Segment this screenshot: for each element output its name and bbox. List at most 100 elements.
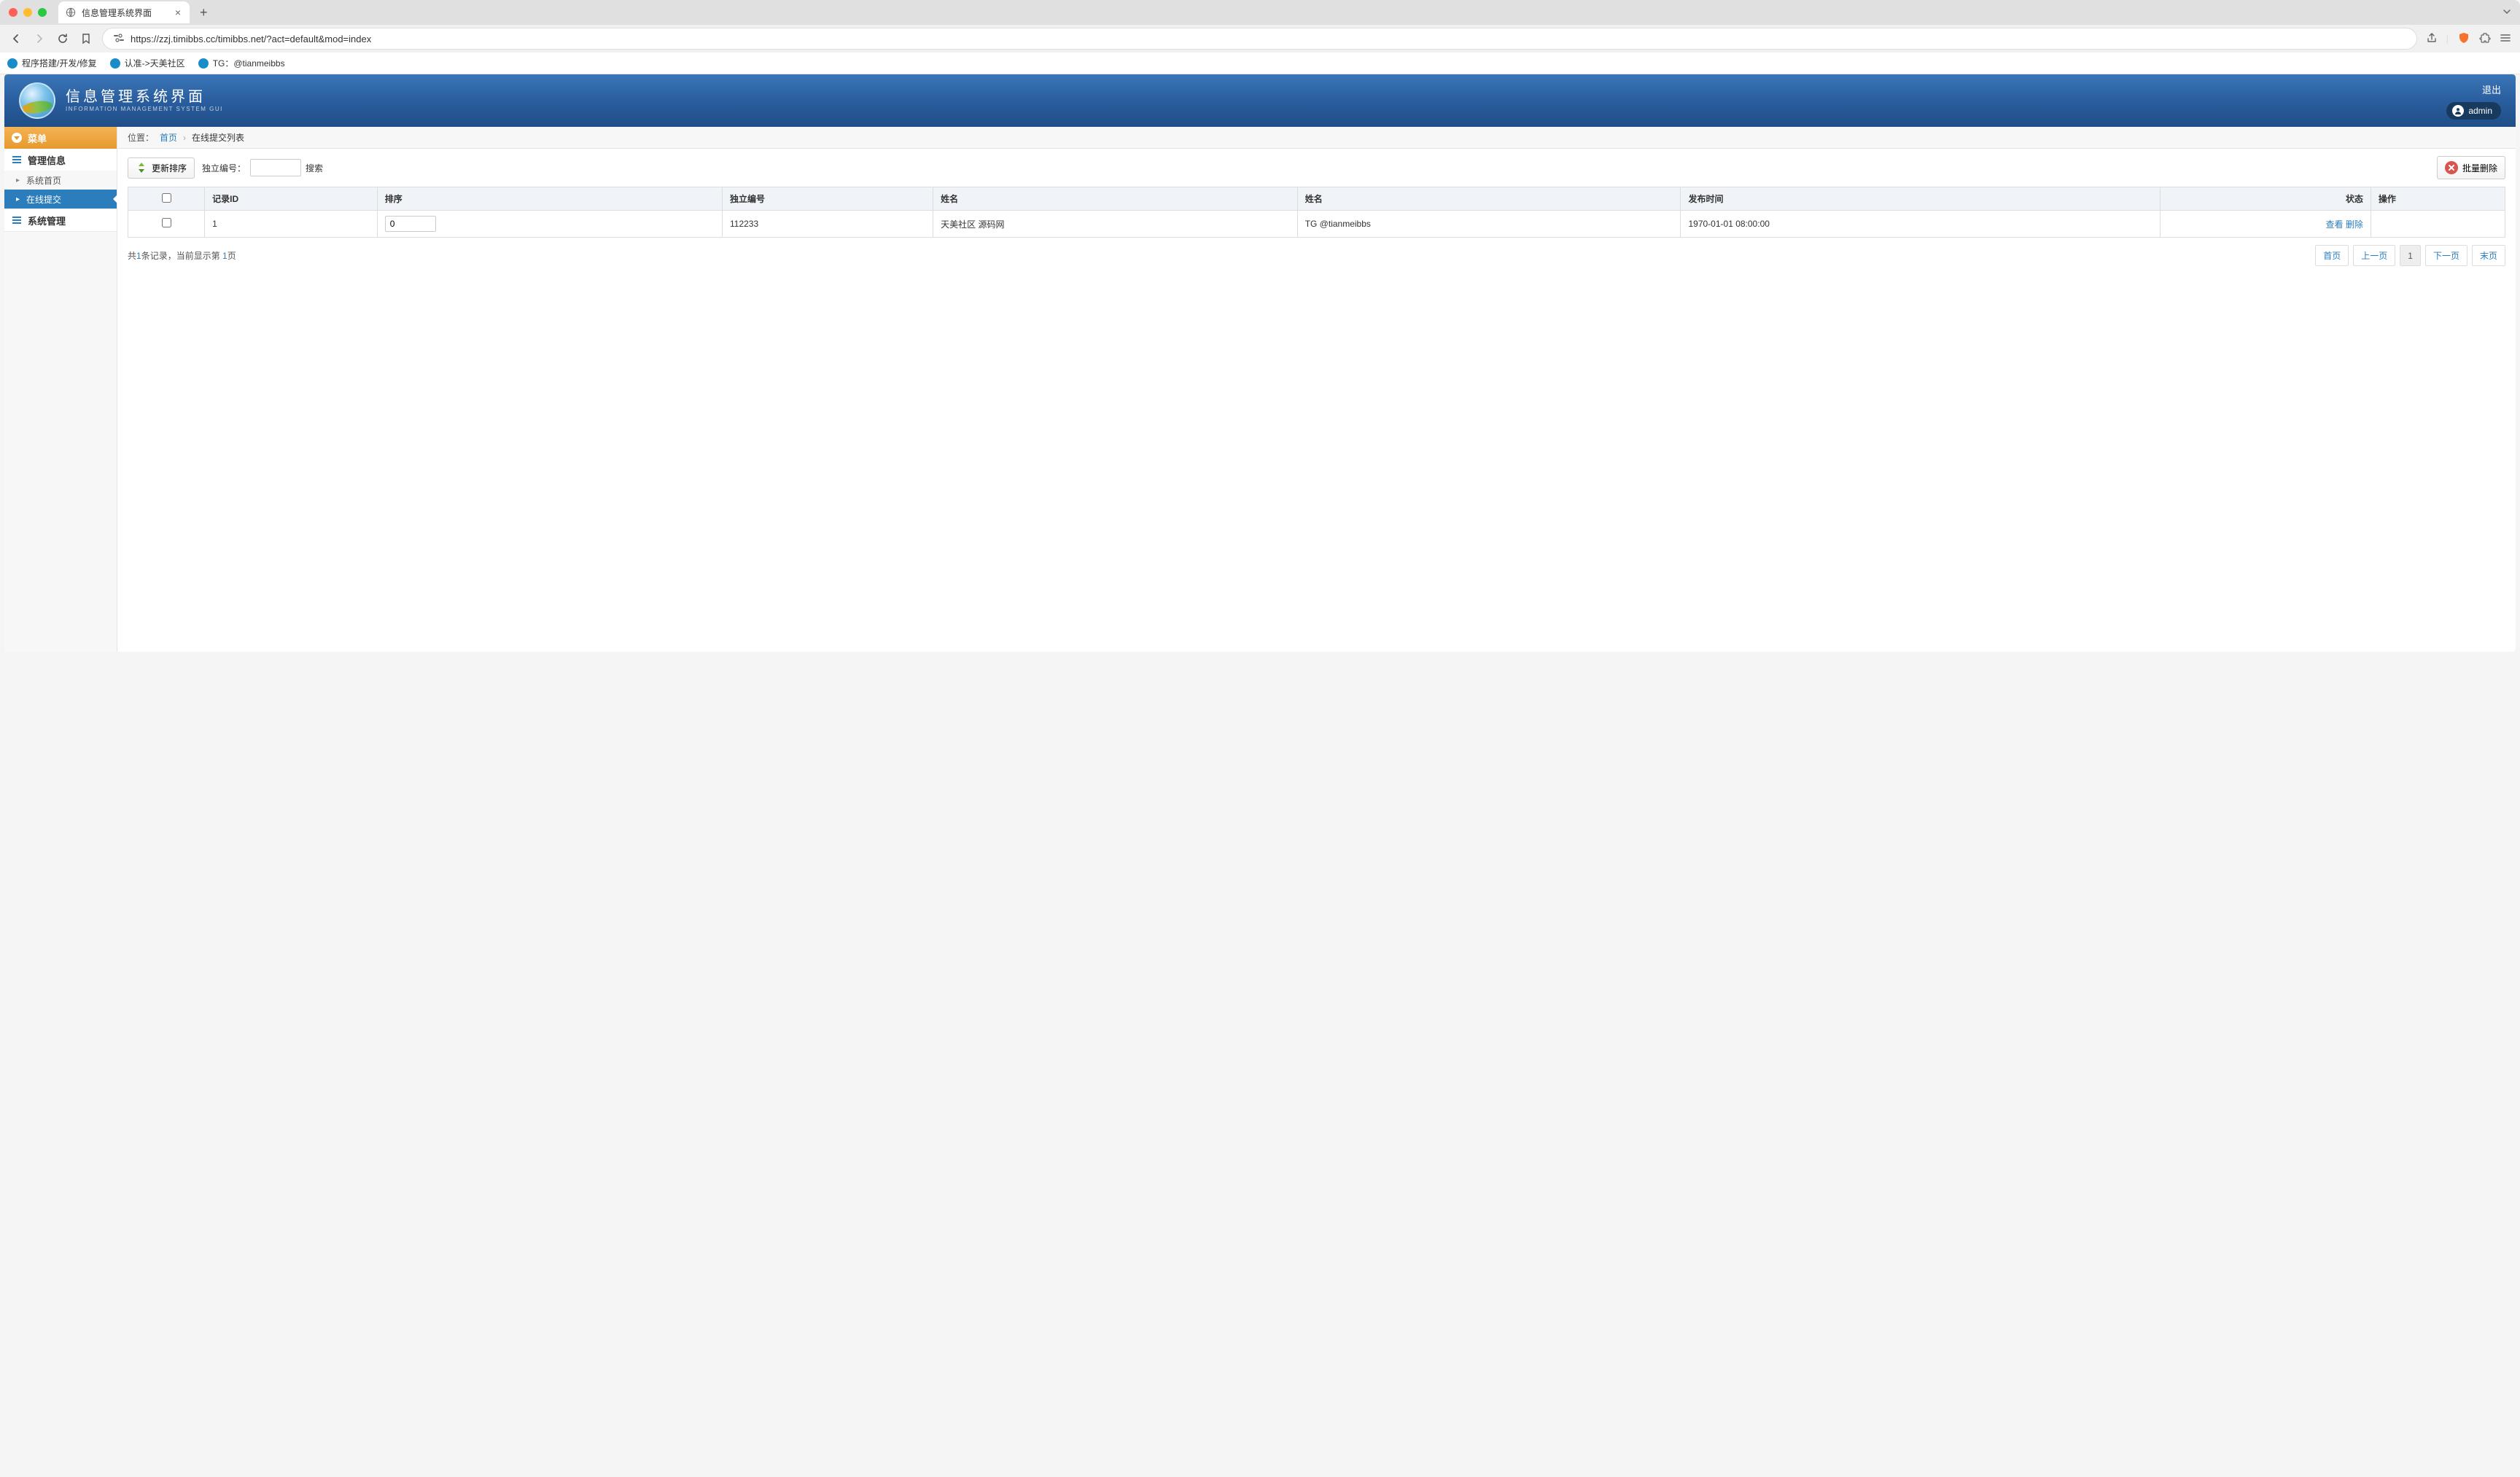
- cell-action: [2371, 211, 2505, 238]
- chevron-down-icon[interactable]: [2502, 7, 2511, 18]
- list-icon: [12, 155, 22, 165]
- sidebar-item-submit[interactable]: 在线提交: [4, 190, 117, 209]
- col-header-name1: 姓名: [933, 187, 1298, 211]
- bookmark-favicon-icon: [110, 58, 120, 69]
- app-body: 菜单 管理信息 系统首页 在线提交: [4, 127, 2516, 652]
- extensions-icon[interactable]: [2479, 32, 2491, 46]
- section-title[interactable]: 管理信息: [4, 149, 117, 171]
- window-minimize-button[interactable]: [23, 8, 32, 17]
- url-text: https://zzj.timibbs.cc/timibbs.net/?act=…: [131, 34, 2406, 44]
- breadcrumb-home[interactable]: 首页: [160, 131, 177, 144]
- cell-sort: [377, 211, 722, 238]
- col-checkbox: [128, 187, 205, 211]
- delete-link[interactable]: 删除: [2346, 219, 2363, 230]
- code-label: 独立编号：: [202, 162, 246, 174]
- bookmark-item[interactable]: TG：@tianmeibbs: [198, 57, 285, 69]
- select-all-checkbox[interactable]: [162, 193, 171, 203]
- col-header-sort: 排序: [377, 187, 722, 211]
- sidebar-section-system: 系统管理: [4, 209, 117, 232]
- view-link[interactable]: 查看: [2326, 219, 2344, 230]
- page-prev-button[interactable]: 上一页: [2353, 245, 2395, 266]
- bookmark-item[interactable]: 程序搭建/开发/修复: [7, 57, 97, 69]
- col-header-id: 记录ID: [205, 187, 378, 211]
- code-input[interactable]: [250, 159, 301, 176]
- breadcrumb-current: 在线提交列表: [192, 131, 244, 144]
- menu-header[interactable]: 菜单: [4, 127, 117, 149]
- page-current-button[interactable]: 1: [2400, 245, 2421, 266]
- username: admin: [2468, 106, 2492, 116]
- table-wrap: 记录ID 排序 独立编号 姓名 姓名 发布时间 状态 操作: [117, 187, 2516, 238]
- app: 信息管理系统界面 INFORMATION MANAGEMENT SYSTEM G…: [4, 74, 2516, 652]
- pagination: 首页 上一页 1 下一页 末页: [2315, 245, 2505, 266]
- col-header-time: 发布时间: [1681, 187, 2160, 211]
- bulk-delete-label: 批量删除: [2462, 162, 2497, 174]
- bookmark-item[interactable]: 认准->天美社区: [110, 57, 185, 69]
- site-settings-icon[interactable]: [113, 33, 125, 45]
- traffic-lights: [9, 8, 47, 17]
- bookmark-button[interactable]: [79, 31, 93, 46]
- bulk-delete-button[interactable]: 批量删除: [2437, 156, 2505, 179]
- page-next-button[interactable]: 下一页: [2425, 245, 2468, 266]
- bookmark-favicon-icon: [198, 58, 209, 69]
- logout-link[interactable]: 退出: [2482, 82, 2501, 96]
- cell-code: 112233: [722, 211, 933, 238]
- window-maximize-button[interactable]: [38, 8, 47, 17]
- data-table: 记录ID 排序 独立编号 姓名 姓名 发布时间 状态 操作: [128, 187, 2505, 238]
- browser-chrome: 信息管理系统界面 × + https://zzj.timibbs.cc/timi…: [0, 0, 2520, 74]
- tab-close-icon[interactable]: ×: [175, 7, 181, 18]
- sidebar-item-home[interactable]: 系统首页: [4, 171, 117, 190]
- share-icon[interactable]: [2426, 32, 2438, 46]
- sort-input[interactable]: [385, 216, 436, 232]
- url-bar: https://zzj.timibbs.cc/timibbs.net/?act=…: [0, 25, 2520, 52]
- cell-name2: TG @tianmeibbs: [1297, 211, 1681, 238]
- browser-tab[interactable]: 信息管理系统界面 ×: [58, 1, 190, 23]
- section-title[interactable]: 系统管理: [4, 209, 117, 231]
- menu-icon[interactable]: [2500, 32, 2511, 46]
- logo-title: 信息管理系统界面: [66, 88, 223, 106]
- sidebar-item-label: 在线提交: [26, 193, 61, 206]
- separator: |: [2446, 34, 2449, 44]
- page-last-button[interactable]: 末页: [2472, 245, 2505, 266]
- bookmark-favicon-icon: [7, 58, 18, 69]
- nav-forward-button[interactable]: [32, 31, 47, 46]
- bookmark-label: 认准->天美社区: [125, 57, 185, 69]
- bookmarks-bar: 程序搭建/开发/修复 认准->天美社区 TG：@tianmeibbs: [0, 52, 2520, 74]
- update-sort-button[interactable]: 更新排序: [128, 157, 195, 179]
- shield-icon[interactable]: [2457, 31, 2470, 47]
- tab-title: 信息管理系统界面: [82, 7, 169, 19]
- col-header-action: 操作: [2371, 187, 2505, 211]
- sidebar-section-manage: 管理信息 系统首页 在线提交: [4, 149, 117, 209]
- sidebar: 菜单 管理信息 系统首页 在线提交: [4, 127, 117, 652]
- cell-status: 查看 删除: [2160, 211, 2371, 238]
- delete-icon: [2445, 161, 2458, 174]
- breadcrumb-label: 位置：: [128, 131, 154, 144]
- col-header-name2: 姓名: [1297, 187, 1681, 211]
- user-menu[interactable]: admin: [2446, 102, 2501, 120]
- col-header-code: 独立编号: [722, 187, 933, 211]
- logo-globe-icon: [19, 82, 55, 119]
- url-input[interactable]: https://zzj.timibbs.cc/timibbs.net/?act=…: [102, 28, 2417, 50]
- toolbar: 更新排序 独立编号： 搜索 批量删除: [117, 149, 2516, 187]
- cell-time: 1970-01-01 08:00:00: [1681, 211, 2160, 238]
- tab-strip: 信息管理系统界面 × +: [0, 0, 2520, 25]
- chevron-right-icon: ›: [183, 133, 186, 143]
- table-row: 1 112233 天美社区 源码网 TG @tianmeibbs 1970-01…: [128, 211, 2505, 238]
- page-first-button[interactable]: 首页: [2315, 245, 2349, 266]
- reload-button[interactable]: [55, 31, 70, 46]
- window-close-button[interactable]: [9, 8, 18, 17]
- nav-back-button[interactable]: [9, 31, 23, 46]
- breadcrumb: 位置： 首页 › 在线提交列表: [117, 127, 2516, 149]
- url-bar-actions: |: [2426, 31, 2511, 47]
- search-button[interactable]: 搜索: [306, 162, 323, 174]
- new-tab-button[interactable]: +: [195, 5, 212, 20]
- section-label: 系统管理: [28, 214, 66, 227]
- table-footer: 共1条记录，当前显示第 1页 首页 上一页 1 下一页 末页: [117, 238, 2516, 273]
- logo-subtitle: INFORMATION MANAGEMENT SYSTEM GUI: [66, 106, 223, 113]
- sidebar-item-label: 系统首页: [26, 174, 61, 187]
- globe-icon: [66, 7, 76, 17]
- row-checkbox[interactable]: [162, 218, 171, 227]
- logo: 信息管理系统界面 INFORMATION MANAGEMENT SYSTEM G…: [19, 82, 223, 119]
- sort-arrows-icon: [136, 162, 147, 174]
- user-avatar-icon: [2452, 105, 2464, 117]
- update-sort-label: 更新排序: [152, 162, 187, 174]
